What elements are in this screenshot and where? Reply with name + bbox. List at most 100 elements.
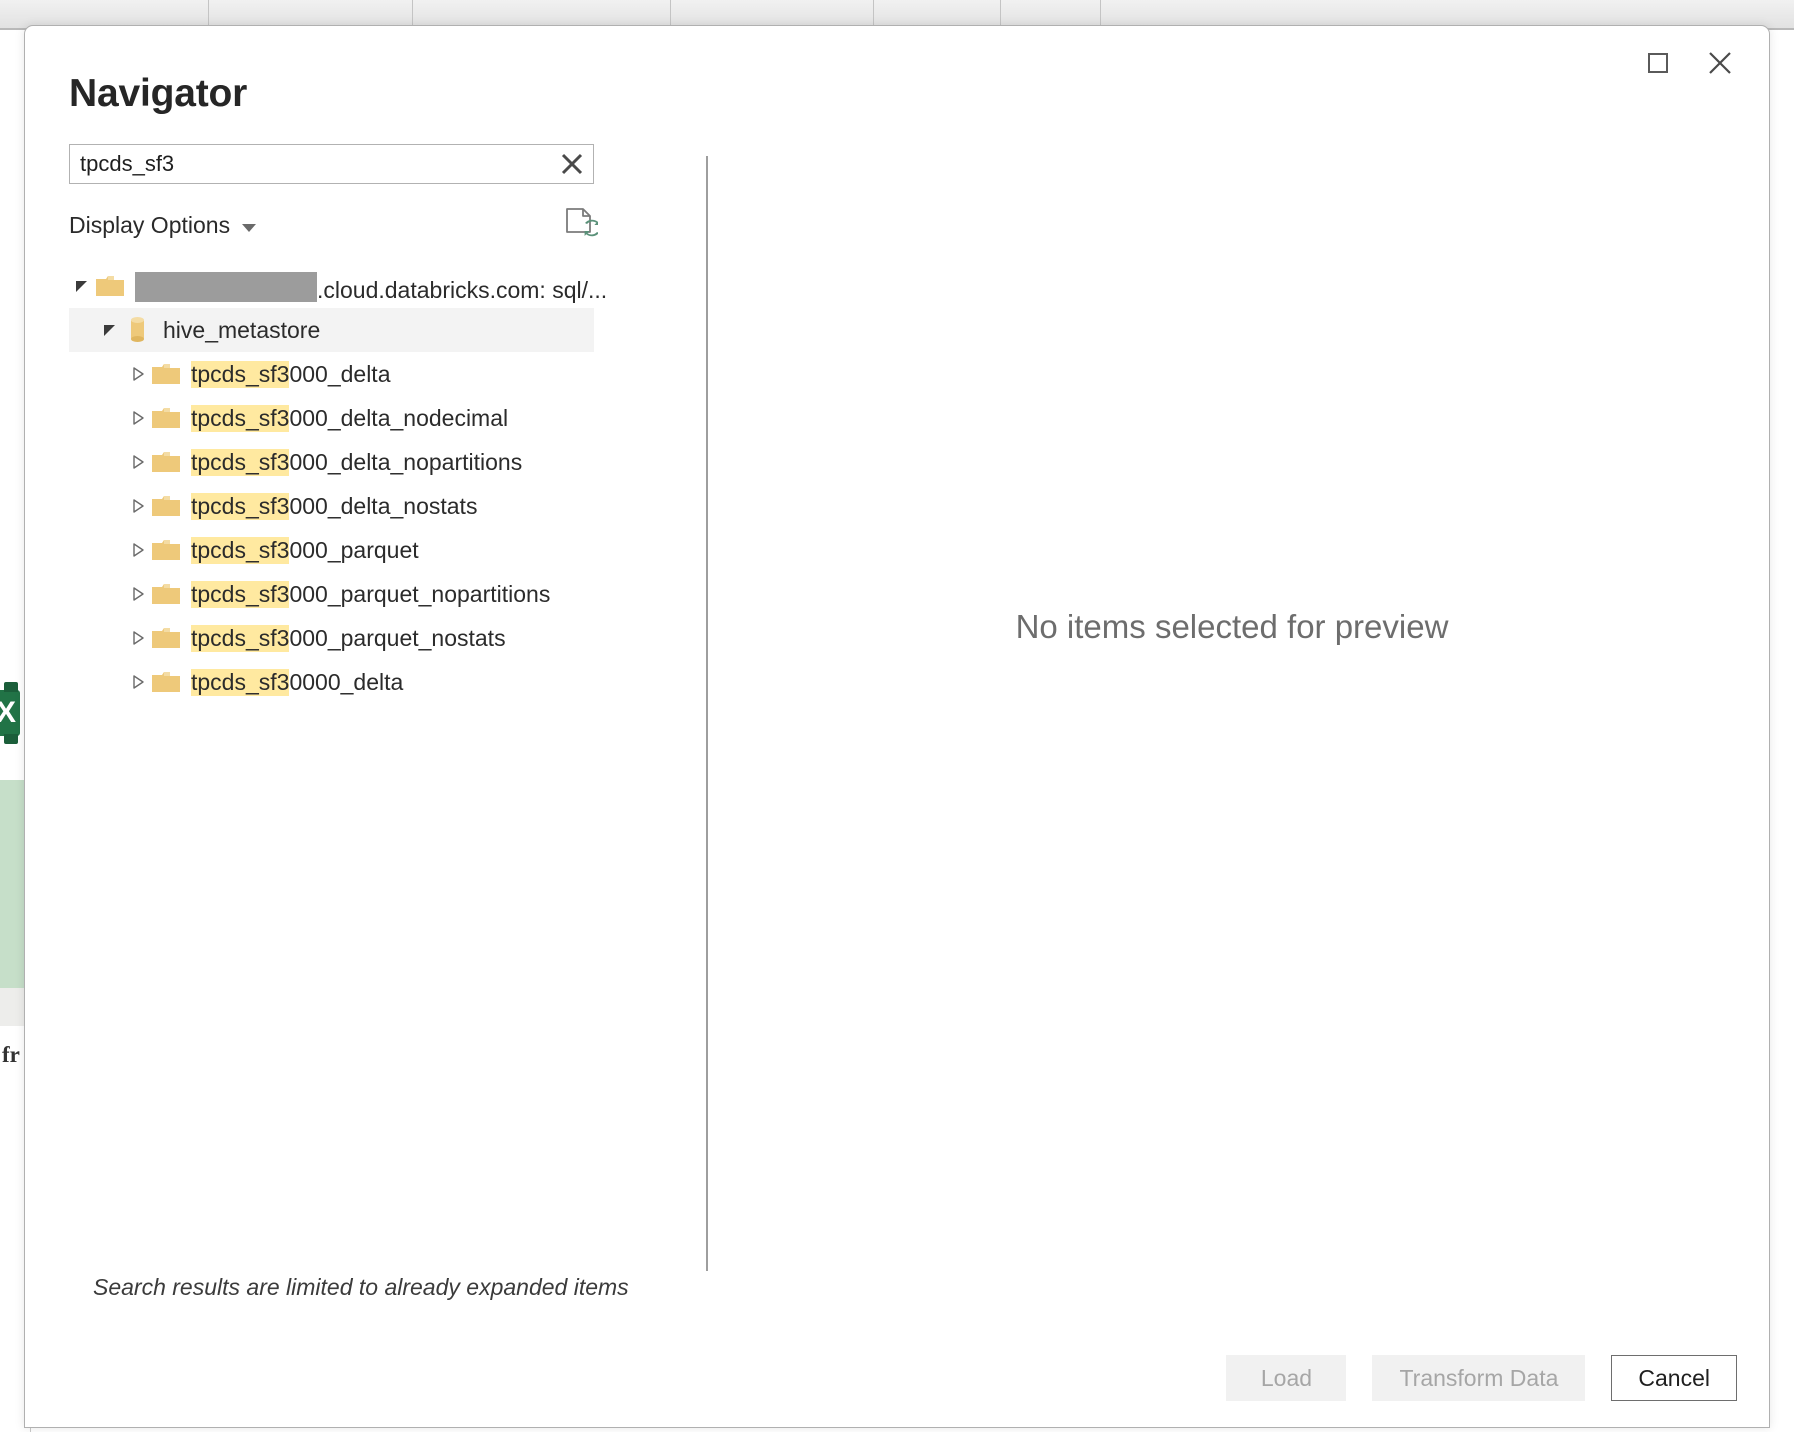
expander-collapsed[interactable]: [125, 674, 151, 690]
preview-empty-message: No items selected for preview: [1016, 608, 1449, 646]
navigator-left-pane: Display Options .cloud.databricks.com: s…: [69, 144, 709, 1299]
maximize-button[interactable]: [1631, 36, 1685, 90]
database-icon: [123, 315, 153, 345]
folder-icon: [151, 581, 181, 607]
tree-row-label: tpcds_sf3000_parquet_nopartitions: [191, 581, 550, 608]
tree-row-text: 000_parquet: [289, 537, 418, 564]
expander-collapsed[interactable]: [125, 630, 151, 646]
tree-row-text: 000_delta: [289, 361, 390, 388]
expander-collapsed[interactable]: [125, 410, 151, 426]
tree-row-text: 000_delta_nopartitions: [289, 449, 522, 476]
tree-row[interactable]: tpcds_sf3000_parquet_nopartitions: [69, 572, 594, 616]
tree-row-label: tpcds_sf3000_delta: [191, 361, 391, 388]
dialog-footer: Load Transform Data Cancel: [1226, 1355, 1737, 1401]
refresh-button[interactable]: [557, 202, 603, 248]
folder-icon: [95, 273, 125, 299]
background-cell-text: fr: [2, 1042, 20, 1068]
page-title: Navigator: [69, 72, 247, 116]
folder-icon: [151, 361, 181, 387]
search-input[interactable]: [70, 146, 551, 182]
expander-collapsed[interactable]: [125, 454, 151, 470]
tree-row[interactable]: tpcds_sf3000_parquet: [69, 528, 594, 572]
close-icon: [559, 151, 585, 177]
folder-icon: [151, 625, 181, 651]
expander-collapsed[interactable]: [125, 542, 151, 558]
navigator-dialog: Navigator Display Options: [24, 25, 1770, 1428]
chevron-down-icon: [242, 224, 256, 232]
search-match-highlight: tpcds_sf3: [191, 493, 289, 520]
cancel-button[interactable]: Cancel: [1611, 1355, 1737, 1401]
expander-collapsed[interactable]: [125, 366, 151, 382]
tree-row[interactable]: tpcds_sf3000_delta_nostats: [69, 484, 594, 528]
search-match-highlight: tpcds_sf3: [191, 669, 289, 696]
folder-icon: [151, 405, 181, 431]
tree-row[interactable]: tpcds_sf3000_delta_nodecimal: [69, 396, 594, 440]
tree-row[interactable]: tpcds_sf30000_delta: [69, 660, 594, 704]
folder-icon: [151, 449, 181, 475]
tree-row[interactable]: .cloud.databricks.com: sql/...: [69, 264, 594, 308]
tree-row-label: hive_metastore: [163, 317, 320, 344]
tree-row-label: .cloud.databricks.com: sql/...: [135, 268, 607, 304]
expander-expanded[interactable]: [69, 278, 95, 294]
tree-row-label: tpcds_sf3000_delta_nodecimal: [191, 405, 508, 432]
search-match-highlight: tpcds_sf3: [191, 449, 289, 476]
ribbon-divider: [670, 0, 671, 28]
tree-row-text: 000_delta_nodecimal: [289, 405, 508, 432]
search-match-highlight: tpcds_sf3: [191, 537, 289, 564]
folder-icon: [151, 625, 181, 651]
ribbon-divider: [873, 0, 874, 28]
preview-pane: No items selected for preview: [715, 156, 1749, 1267]
folder-icon: [151, 669, 181, 695]
folder-icon: [151, 449, 181, 475]
ribbon-divider: [412, 0, 413, 28]
expander-collapsed[interactable]: [125, 498, 151, 514]
navigator-tree[interactable]: .cloud.databricks.com: sql/... hive_metas…: [69, 264, 594, 704]
expander-collapsed-icon: [130, 410, 146, 426]
expander-collapsed-icon: [130, 586, 146, 602]
tree-row-text: 000_delta_nostats: [289, 493, 477, 520]
refresh-document-icon: [562, 206, 598, 244]
display-options-dropdown[interactable]: Display Options: [69, 212, 256, 239]
close-button[interactable]: [1693, 36, 1747, 90]
expander-collapsed-icon: [130, 630, 146, 646]
expander-collapsed-icon: [130, 366, 146, 382]
folder-icon: [95, 273, 125, 299]
folder-icon: [151, 361, 181, 387]
search-match-highlight: tpcds_sf3: [191, 405, 289, 432]
folder-icon: [151, 581, 181, 607]
maximize-icon: [1645, 50, 1671, 76]
expander-collapsed-icon: [130, 498, 146, 514]
expander-collapsed[interactable]: [125, 586, 151, 602]
tree-row-text: 0000_delta: [289, 669, 403, 696]
folder-icon: [151, 493, 181, 519]
tree-row[interactable]: tpcds_sf3000_delta_nopartitions: [69, 440, 594, 484]
excel-logo-icon: X: [0, 690, 20, 736]
folder-icon: [151, 669, 181, 695]
expander-collapsed-icon: [130, 454, 146, 470]
ribbon-divider: [1100, 0, 1101, 28]
tree-row-label: tpcds_sf3000_delta_nopartitions: [191, 449, 522, 476]
tree-row-label: tpcds_sf3000_parquet_nostats: [191, 625, 506, 652]
tree-row-label: tpcds_sf30000_delta: [191, 669, 403, 696]
tree-row[interactable]: tpcds_sf3000_parquet_nostats: [69, 616, 594, 660]
search-match-highlight: tpcds_sf3: [191, 361, 289, 388]
ribbon-divider: [208, 0, 209, 28]
expander-expanded-icon: [102, 322, 118, 338]
transform-data-button: Transform Data: [1372, 1355, 1585, 1401]
expander-expanded[interactable]: [97, 322, 123, 338]
clear-search-button[interactable]: [551, 145, 593, 183]
search-footnote: Search results are limited to already ex…: [93, 1274, 629, 1301]
excel-logo-letter: X: [0, 696, 16, 729]
tree-row-label: tpcds_sf3000_delta_nostats: [191, 493, 477, 520]
tree-row-text: .cloud.databricks.com: sql/...: [317, 277, 607, 304]
tree-row[interactable]: tpcds_sf3000_delta: [69, 352, 594, 396]
database-icon: [127, 315, 149, 345]
tree-row-text: hive_metastore: [163, 317, 320, 344]
close-icon: [1705, 48, 1735, 78]
search-box[interactable]: [69, 144, 594, 184]
expander-collapsed-icon: [130, 542, 146, 558]
tree-row-text: 000_parquet_nostats: [289, 625, 505, 652]
expander-expanded-icon: [74, 278, 90, 294]
tree-row[interactable]: hive_metastore: [69, 308, 594, 352]
load-button: Load: [1226, 1355, 1346, 1401]
